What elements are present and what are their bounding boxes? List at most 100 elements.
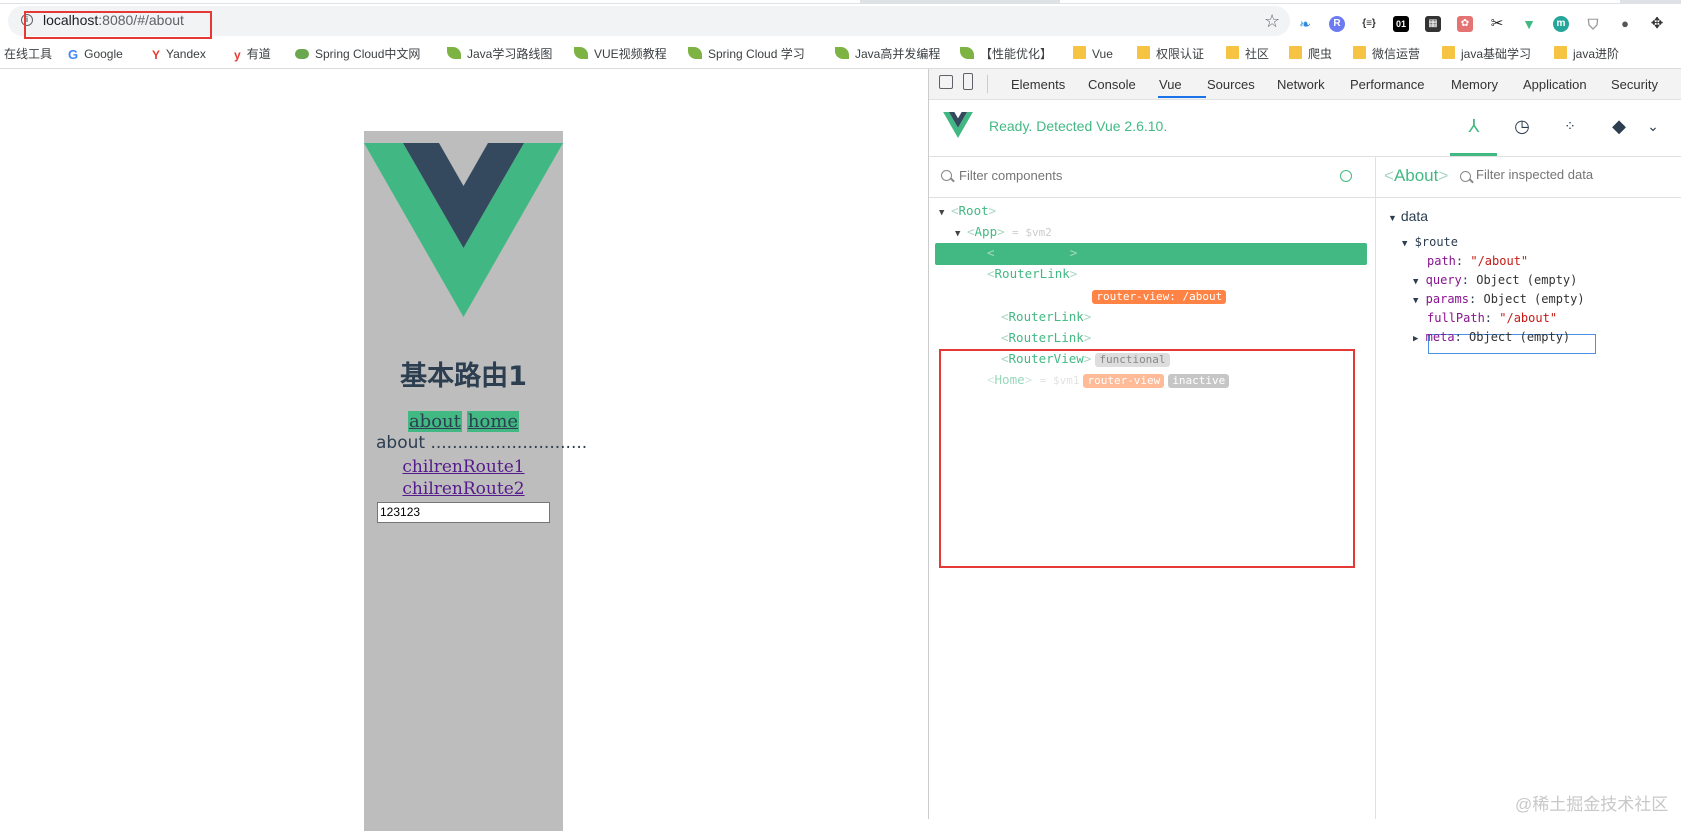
bookmark-item[interactable]: Java高并发编程: [835, 45, 940, 63]
json-icon[interactable]: {≡}: [1361, 16, 1377, 32]
data-row-meta[interactable]: ▶ meta: Object (empty): [1413, 328, 1570, 346]
tab-memory[interactable]: Memory: [1451, 77, 1498, 92]
scissors-icon[interactable]: ✂: [1489, 16, 1505, 32]
tree-node-routerlink[interactable]: <RouterLink>: [1001, 328, 1091, 348]
youdao-icon: y: [234, 48, 241, 62]
leaf-icon[interactable]: ❧: [1297, 16, 1313, 32]
inspector-pane: <About> ▼ data ▼ $route path: "/about" ▼…: [1376, 157, 1681, 819]
watermark: @稀土掘金技术社区: [1515, 795, 1669, 814]
bookmark-folder[interactable]: java进阶: [1554, 45, 1619, 63]
tab-vue[interactable]: Vue: [1159, 77, 1182, 92]
home-link[interactable]: home: [466, 411, 520, 432]
devtools-tabbar: Elements Console Vue Sources Network Per…: [929, 69, 1681, 100]
puzzle-icon[interactable]: ✿: [1457, 16, 1473, 32]
component-tree-pane: ▼<Root> ▼<App> = $vm2 <RouterLink> <Rout…: [929, 157, 1376, 819]
child-route-2-link[interactable]: chilrenRoute2: [364, 479, 563, 499]
device-toolbar-icon[interactable]: [963, 73, 973, 90]
bookmark-folder[interactable]: 爬虫: [1289, 45, 1332, 63]
tab-sources[interactable]: Sources: [1207, 77, 1255, 92]
tree-node-app[interactable]: ▼ <App> = $vm2: [955, 222, 1052, 242]
bookmark-item[interactable]: G Google: [68, 45, 123, 63]
data-row-query[interactable]: ▼ query: Object (empty): [1413, 271, 1577, 289]
bookmark-star-icon[interactable]: ☆: [1264, 12, 1280, 30]
bookmark-item[interactable]: VUE视频教程: [574, 45, 667, 63]
bookmark-item[interactable]: y 有道: [234, 45, 271, 63]
data-row-params[interactable]: ▼ params: Object (empty): [1413, 290, 1585, 308]
vue-devtools-header: Ready. Detected Vue 2.6.10. ⅄ ◷ ⁘ ◆ ⌄: [929, 100, 1681, 157]
filter-inspected-data-input[interactable]: [1476, 167, 1676, 182]
tree-node-routerlink[interactable]: <RouterLink>: [987, 264, 1077, 284]
grid-icon[interactable]: ▦: [1425, 16, 1441, 32]
inspected-component-name: <About>: [1384, 166, 1449, 185]
leaf-icon: [835, 47, 849, 59]
r-icon[interactable]: R: [1329, 16, 1345, 32]
url-highlight-box: [24, 11, 212, 39]
bookmark-item[interactable]: Y Yandex: [152, 45, 206, 63]
router-view-badge: router-view: /about: [1092, 290, 1227, 304]
tree-node-about[interactable]: ▼ <About> = $vm0 router-view: /about: [971, 286, 1227, 306]
tab-security[interactable]: Security: [1611, 77, 1658, 92]
shield-icon[interactable]: ⛉: [1585, 16, 1601, 32]
vue-icon[interactable]: ▼: [1521, 16, 1537, 32]
tab-performance[interactable]: Performance: [1350, 77, 1424, 92]
vue-logo-icon: [943, 112, 973, 138]
tree-node-routerlink[interactable]: <RouterLink>: [1001, 307, 1091, 327]
components-icon[interactable]: ⅄: [1462, 114, 1486, 138]
tab-network[interactable]: Network: [1277, 77, 1325, 92]
leaf-icon: [447, 47, 461, 59]
bookmark-folder[interactable]: 社区: [1226, 45, 1269, 63]
folder-icon: [1353, 46, 1366, 59]
bookmark-folder[interactable]: java基础学习: [1442, 45, 1531, 63]
browser-toolbar: i localhost:8080/#/about ☆ ❧ R {≡} 01 ▦ …: [0, 4, 1681, 40]
bookmark-item[interactable]: Java学习路线图: [447, 45, 552, 63]
data-section-header[interactable]: ▼ data: [1388, 207, 1428, 225]
bookmark-item[interactable]: Spring Cloud 学习: [688, 45, 805, 63]
active-tab-indicator: [1158, 96, 1206, 98]
leaf-icon: [960, 47, 974, 59]
bookmarks-bar: 在线工具 G Google Y Yandex y 有道 Spring Cloud中文网…: [0, 40, 1681, 69]
data-row-path: path: "/about": [1427, 254, 1529, 268]
bookmark-item[interactable]: 在线工具: [4, 45, 52, 63]
vue-logo-icon: [364, 143, 563, 317]
bookmark-item[interactable]: 【性能优化】: [960, 45, 1052, 63]
bookmark-folder[interactable]: Vue: [1073, 45, 1113, 63]
bookmark-item[interactable]: Spring Cloud中文网: [295, 45, 420, 63]
folder-icon: [1289, 46, 1302, 59]
m-icon[interactable]: m: [1553, 16, 1569, 32]
about-text: about .............................: [376, 433, 588, 453]
vuex-icon[interactable]: ⁘: [1558, 114, 1582, 138]
tree-node-root[interactable]: ▼ <Root>: [939, 201, 996, 221]
child-route-1-link[interactable]: chilrenRoute1: [364, 457, 563, 477]
yandex-icon: Y: [152, 48, 161, 62]
tree-node-routerlink[interactable]: <RouterLink>: [987, 243, 1077, 263]
component-filter: [929, 157, 1375, 198]
bulb-icon[interactable]: ●: [1617, 16, 1633, 32]
leaf-icon: [574, 47, 588, 59]
inspect-element-icon[interactable]: [939, 75, 953, 89]
data-row-fullpath: fullPath: "/about": [1427, 311, 1558, 325]
page-viewport: 基本路由1 about home about .................…: [0, 69, 928, 831]
chevron-down-icon[interactable]: ⌄: [1641, 114, 1665, 138]
vue-app: 基本路由1 about home about .................…: [364, 131, 587, 831]
folder-icon: [1554, 46, 1567, 59]
01-icon[interactable]: 01: [1393, 16, 1409, 32]
text-input[interactable]: 123123: [377, 502, 550, 523]
puzzle-piece-icon[interactable]: ✥: [1649, 16, 1665, 32]
active-view-indicator: [1450, 153, 1497, 156]
tab-console[interactable]: Console: [1088, 77, 1136, 92]
route-key[interactable]: ▼ $route: [1402, 233, 1458, 251]
page-title: 基本路由1: [400, 361, 527, 392]
tab-elements[interactable]: Elements: [1011, 77, 1065, 92]
filter-components-input[interactable]: [959, 168, 1259, 183]
google-icon: G: [68, 47, 79, 62]
leaf-icon: [688, 47, 702, 59]
select-component-icon[interactable]: [1340, 170, 1352, 182]
tab-application[interactable]: Application: [1523, 77, 1587, 92]
bookmark-folder[interactable]: 权限认证: [1137, 45, 1204, 63]
annotation-highlight-box: [939, 349, 1355, 568]
routing-icon[interactable]: ◆: [1607, 114, 1631, 138]
vue-status: Ready. Detected Vue 2.6.10.: [989, 118, 1168, 134]
bookmark-folder[interactable]: 微信运营: [1353, 45, 1420, 63]
history-icon[interactable]: ◷: [1510, 114, 1534, 138]
about-link[interactable]: about: [407, 411, 462, 432]
